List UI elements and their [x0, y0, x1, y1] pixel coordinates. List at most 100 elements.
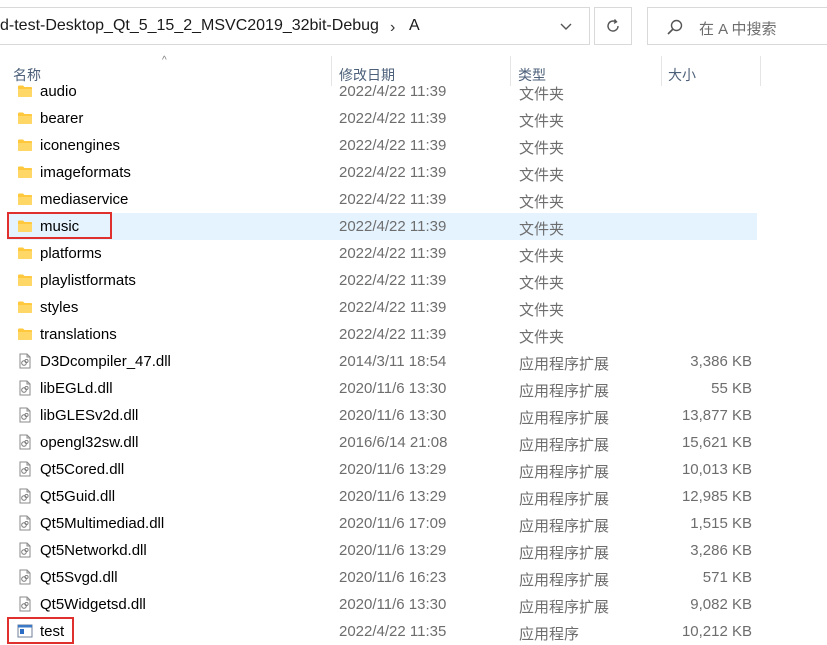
- folder-icon: [18, 139, 32, 151]
- file-type: 应用程序扩展: [519, 410, 610, 427]
- file-name[interactable]: playlistformats: [40, 272, 136, 289]
- file-modified-date: 2022/4/22 11:39: [339, 137, 447, 154]
- file-modified-date: 2020/11/6 13:29: [339, 488, 447, 505]
- file-name[interactable]: Qt5Widgetsd.dll: [40, 596, 146, 613]
- file-name[interactable]: Qt5Guid.dll: [40, 488, 115, 505]
- refresh-icon: [607, 19, 619, 32]
- file-row[interactable]: translations 2022/4/22 11:39 文件夹: [0, 321, 827, 348]
- file-row[interactable]: mediaservice 2022/4/22 11:39 文件夹: [0, 186, 827, 213]
- file-row[interactable]: libGLESv2d.dll 2020/11/6 13:30 应用程序扩展 13,87…: [0, 402, 827, 429]
- file-name[interactable]: audio: [40, 83, 77, 100]
- search-icon: [667, 19, 683, 35]
- file-name[interactable]: styles: [40, 299, 78, 316]
- file-size: 12,985 KB: [681, 488, 752, 505]
- file-row[interactable]: Qt5Widgetsd.dll 2020/11/6 13:30 应用程序扩展 9,08…: [0, 591, 827, 618]
- file-name[interactable]: Qt5Networkd.dll: [40, 542, 147, 559]
- file-name[interactable]: mediaservice: [40, 191, 128, 208]
- file-name[interactable]: iconengines: [40, 137, 120, 154]
- file-modified-date: 2022/4/22 11:39: [339, 110, 447, 127]
- file-row[interactable]: bearer 2022/4/22 11:39 文件夹: [0, 105, 827, 132]
- file-size: 3,386 KB: [690, 353, 752, 370]
- file-modified-date: 2022/4/22 11:39: [339, 218, 447, 235]
- file-list[interactable]: audio 2022/4/22 11:39 文件夹 bearer 2022/4/22 1…: [0, 78, 827, 645]
- exe-app-icon: [17, 624, 33, 638]
- file-size: 10,013 KB: [681, 461, 752, 478]
- file-name[interactable]: imageformats: [40, 164, 131, 181]
- file-type: 应用程序扩展: [519, 545, 610, 562]
- file-row[interactable]: Qt5Guid.dll 2020/11/6 13:29 应用程序扩展 12,985 K…: [0, 483, 827, 510]
- file-row[interactable]: platforms 2022/4/22 11:39 文件夹: [0, 240, 827, 267]
- file-type: 文件夹: [519, 140, 565, 157]
- search-input[interactable]: 在 A 中搜索: [699, 18, 777, 39]
- file-modified-date: 2022/4/22 11:35: [339, 623, 447, 640]
- file-name[interactable]: libEGLd.dll: [40, 380, 113, 397]
- file-modified-date: 2020/11/6 17:09: [339, 515, 447, 532]
- file-name[interactable]: Qt5Multimediad.dll: [40, 515, 164, 532]
- file-row[interactable]: styles 2022/4/22 11:39 文件夹: [0, 294, 827, 321]
- file-modified-date: 2020/11/6 13:30: [339, 380, 447, 397]
- file-row[interactable]: imageformats 2022/4/22 11:39 文件夹: [0, 159, 827, 186]
- file-row[interactable]: Qt5Multimediad.dll 2020/11/6 17:09 应用程序扩展 1…: [0, 510, 827, 537]
- address-bar[interactable]: d-test-Desktop_Qt_5_15_2_MSVC2019_32bit-…: [0, 7, 590, 45]
- refresh-button[interactable]: [594, 7, 632, 45]
- dll-file-icon: [19, 515, 31, 531]
- file-row[interactable]: D3Dcompiler_47.dll 2014/3/11 18:54 应用程序扩展 3…: [0, 348, 827, 375]
- breadcrumb-current-folder[interactable]: A: [409, 17, 420, 35]
- file-modified-date: 2020/11/6 13:30: [339, 596, 447, 613]
- file-modified-date: 2022/4/22 11:39: [339, 326, 447, 343]
- file-name[interactable]: test: [40, 623, 64, 640]
- folder-icon: [18, 166, 32, 178]
- file-modified-date: 2022/4/22 11:39: [339, 83, 447, 100]
- file-name[interactable]: bearer: [40, 110, 83, 127]
- file-type: 文件夹: [519, 302, 565, 319]
- file-type: 文件夹: [519, 248, 565, 265]
- file-name[interactable]: translations: [40, 326, 117, 343]
- file-name[interactable]: libGLESv2d.dll: [40, 407, 138, 424]
- folder-icon: [18, 274, 32, 286]
- file-type: 应用程序扩展: [519, 518, 610, 535]
- file-type: 文件夹: [519, 329, 565, 346]
- file-size: 3,286 KB: [690, 542, 752, 559]
- file-row[interactable]: playlistformats 2022/4/22 11:39 文件夹: [0, 267, 827, 294]
- file-row[interactable]: opengl32sw.dll 2016/6/14 21:08 应用程序扩展 15,62…: [0, 429, 827, 456]
- file-row[interactable]: iconengines 2022/4/22 11:39 文件夹: [0, 132, 827, 159]
- file-type: 文件夹: [519, 275, 565, 292]
- file-name[interactable]: Qt5Cored.dll: [40, 461, 124, 478]
- file-modified-date: 2022/4/22 11:39: [339, 299, 447, 316]
- breadcrumb-separator-icon[interactable]: ›: [390, 19, 395, 37]
- file-row[interactable]: music 2022/4/22 11:39 文件夹: [0, 213, 827, 240]
- file-size: 55 KB: [711, 380, 752, 397]
- file-row[interactable]: libEGLd.dll 2020/11/6 13:30 应用程序扩展 55 KB: [0, 375, 827, 402]
- folder-icon: [18, 112, 32, 124]
- file-type: 文件夹: [519, 86, 565, 103]
- file-row[interactable]: Qt5Svgd.dll 2020/11/6 16:23 应用程序扩展 571 KB: [0, 564, 827, 591]
- file-row[interactable]: Qt5Cored.dll 2020/11/6 13:29 应用程序扩展 10,013 …: [0, 456, 827, 483]
- file-size: 10,212 KB: [681, 623, 752, 640]
- file-name[interactable]: opengl32sw.dll: [40, 434, 138, 451]
- folder-icon: [18, 220, 32, 232]
- dll-file-icon: [19, 380, 31, 396]
- dll-file-icon: [19, 569, 31, 585]
- breadcrumb-parent-folder[interactable]: d-test-Desktop_Qt_5_15_2_MSVC2019_32bit-…: [0, 17, 379, 35]
- folder-icon: [18, 85, 32, 97]
- file-type: 应用程序扩展: [519, 464, 610, 481]
- file-name[interactable]: D3Dcompiler_47.dll: [40, 353, 171, 370]
- file-type: 文件夹: [519, 194, 565, 211]
- file-type: 应用程序扩展: [519, 572, 610, 589]
- file-type: 文件夹: [519, 113, 565, 130]
- file-modified-date: 2020/11/6 13:30: [339, 407, 447, 424]
- file-type: 应用程序扩展: [519, 356, 610, 373]
- folder-icon: [18, 301, 32, 313]
- search-box[interactable]: 在 A 中搜索: [647, 7, 827, 45]
- file-name[interactable]: platforms: [40, 245, 102, 262]
- dll-file-icon: [19, 596, 31, 612]
- chevron-down-icon[interactable]: [560, 23, 572, 31]
- file-name[interactable]: music: [40, 218, 79, 235]
- file-size: 15,621 KB: [681, 434, 752, 451]
- file-row[interactable]: Qt5Networkd.dll 2020/11/6 13:29 应用程序扩展 3,28…: [0, 537, 827, 564]
- dll-file-icon: [19, 407, 31, 423]
- file-name[interactable]: Qt5Svgd.dll: [40, 569, 118, 586]
- file-row[interactable]: test 2022/4/22 11:35 应用程序 10,212 KB: [0, 618, 827, 645]
- file-row[interactable]: audio 2022/4/22 11:39 文件夹: [0, 78, 827, 105]
- file-modified-date: 2022/4/22 11:39: [339, 245, 447, 262]
